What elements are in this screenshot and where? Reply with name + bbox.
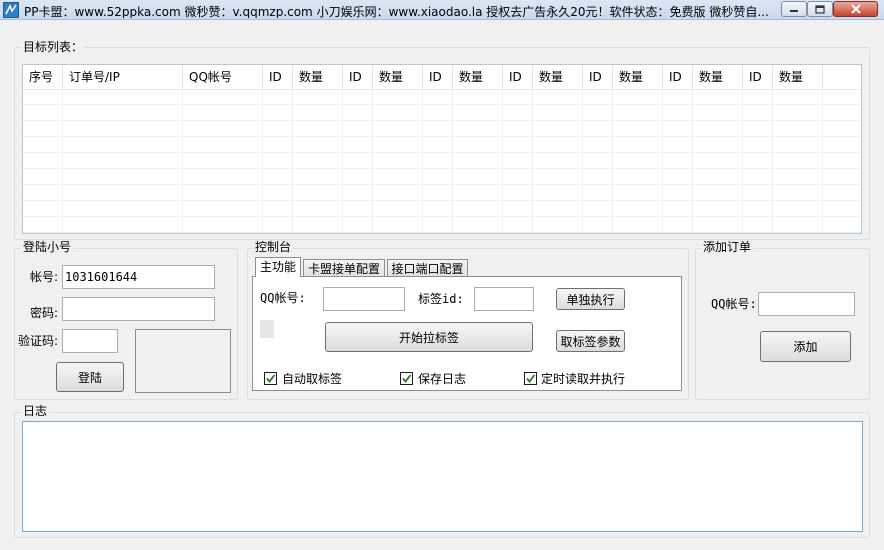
login-legend: 登陆小号	[21, 240, 74, 254]
password-label: 密码:	[30, 306, 59, 320]
column-divider	[422, 89, 423, 233]
add-order-legend: 添加订单	[701, 240, 754, 254]
add-button[interactable]: 添加	[760, 331, 851, 362]
column-header[interactable]: ID	[343, 65, 373, 89]
table-row[interactable]	[23, 137, 861, 153]
table-row[interactable]	[23, 121, 861, 137]
add-order-qq-label: QQ帐号:	[711, 297, 757, 311]
table-row[interactable]	[23, 153, 861, 169]
column-divider	[772, 89, 773, 233]
maximize-icon	[815, 4, 825, 14]
add-order-group	[695, 248, 870, 400]
console-qq-input[interactable]	[323, 287, 405, 311]
column-divider	[692, 89, 693, 233]
app-icon	[3, 2, 19, 18]
column-header[interactable]: QQ帐号	[183, 65, 263, 89]
target-list-table[interactable]: 序号 订单号/IP QQ帐号 ID 数量 ID 数量 ID 数量 ID 数量 ID 数量 ID 数量 ID 数量	[22, 64, 862, 234]
column-header[interactable]: ID	[503, 65, 533, 89]
save-log-checkbox[interactable]	[400, 372, 413, 385]
column-header[interactable]: ID	[263, 65, 293, 89]
column-header[interactable]: 数量	[533, 65, 583, 89]
column-divider	[342, 89, 343, 233]
column-divider	[62, 89, 63, 233]
target-list-legend: 目标列表：	[21, 40, 86, 54]
column-divider	[452, 89, 453, 233]
captcha-label: 验证码:	[18, 334, 59, 348]
maximize-button[interactable]	[807, 1, 833, 17]
tag-id-label: 标签id:	[418, 292, 464, 306]
column-divider	[612, 89, 613, 233]
column-divider	[292, 89, 293, 233]
save-log-label: 保存日志	[418, 372, 467, 386]
start-pull-tags-button[interactable]: 开始拉标签	[325, 322, 533, 352]
tab-interface-port-config[interactable]: 接口端口配置	[387, 259, 468, 277]
table-row[interactable]	[23, 169, 861, 185]
password-input[interactable]	[62, 297, 215, 321]
column-header[interactable]: 序号	[23, 65, 63, 89]
single-execute-button[interactable]: 单独执行	[556, 288, 625, 310]
timed-read-execute-checkbox[interactable]	[524, 372, 537, 385]
checkmark-icon	[526, 374, 536, 383]
column-divider	[742, 89, 743, 233]
log-textarea[interactable]	[22, 421, 863, 532]
minimize-icon	[790, 10, 798, 12]
window-title: PP卡盟：www.52ppka.com 微秒赞：v.qqmzp.com 小刀娱乐…	[24, 5, 769, 18]
column-divider	[662, 89, 663, 233]
table-row[interactable]	[23, 89, 861, 105]
table-row[interactable]	[23, 201, 861, 217]
column-divider	[502, 89, 503, 233]
fetch-tag-params-button[interactable]: 取标签参数	[556, 330, 625, 352]
column-header[interactable]: 数量	[293, 65, 343, 89]
column-divider	[182, 89, 183, 233]
console-legend: 控制台	[253, 240, 294, 254]
minimize-button[interactable]	[781, 1, 807, 17]
table-header: 序号 订单号/IP QQ帐号 ID 数量 ID 数量 ID 数量 ID 数量 ID 数量 ID 数量 ID 数量	[23, 65, 861, 90]
column-divider	[372, 89, 373, 233]
column-header[interactable]: ID	[583, 65, 613, 89]
column-header[interactable]: 数量	[613, 65, 663, 89]
table-row[interactable]	[23, 185, 861, 201]
console-qq-label: QQ帐号:	[260, 291, 306, 305]
column-header[interactable]: ID	[743, 65, 773, 89]
column-divider	[822, 89, 823, 233]
close-button[interactable]	[833, 1, 878, 17]
column-header[interactable]: 数量	[373, 65, 423, 89]
checkmark-icon	[402, 374, 412, 383]
column-header[interactable]: 数量	[693, 65, 743, 89]
auto-fetch-tags-label: 自动取标签	[282, 372, 343, 386]
table-row[interactable]	[23, 217, 861, 233]
tab-kameng-order-config[interactable]: 卡盟接单配置	[303, 259, 385, 277]
login-button[interactable]: 登陆	[56, 362, 124, 392]
table-row[interactable]	[23, 105, 861, 121]
add-order-qq-input[interactable]	[758, 292, 855, 316]
column-divider	[532, 89, 533, 233]
close-icon	[850, 4, 861, 14]
column-header[interactable]: 订单号/IP	[63, 65, 183, 89]
column-divider	[262, 89, 263, 233]
column-header[interactable]: ID	[423, 65, 453, 89]
account-label: 帐号:	[30, 270, 59, 284]
captcha-input[interactable]	[62, 329, 118, 353]
account-input[interactable]	[62, 265, 215, 289]
timed-read-execute-label: 定时读取并执行	[541, 372, 626, 386]
title-bar[interactable]: PP卡盟：www.52ppka.com 微秒赞：v.qqmzp.com 小刀娱乐…	[0, 0, 884, 20]
column-header[interactable]: ID	[663, 65, 693, 89]
column-header[interactable]: 数量	[453, 65, 503, 89]
log-legend: 日志	[21, 404, 50, 418]
tag-id-input[interactable]	[474, 287, 534, 311]
checkmark-icon	[266, 374, 276, 383]
column-divider	[582, 89, 583, 233]
status-indicator	[260, 320, 274, 338]
tab-main-function[interactable]: 主功能	[255, 257, 301, 277]
captcha-image[interactable]	[135, 329, 231, 393]
column-header[interactable]: 数量	[773, 65, 823, 89]
auto-fetch-tags-checkbox[interactable]	[264, 372, 277, 385]
